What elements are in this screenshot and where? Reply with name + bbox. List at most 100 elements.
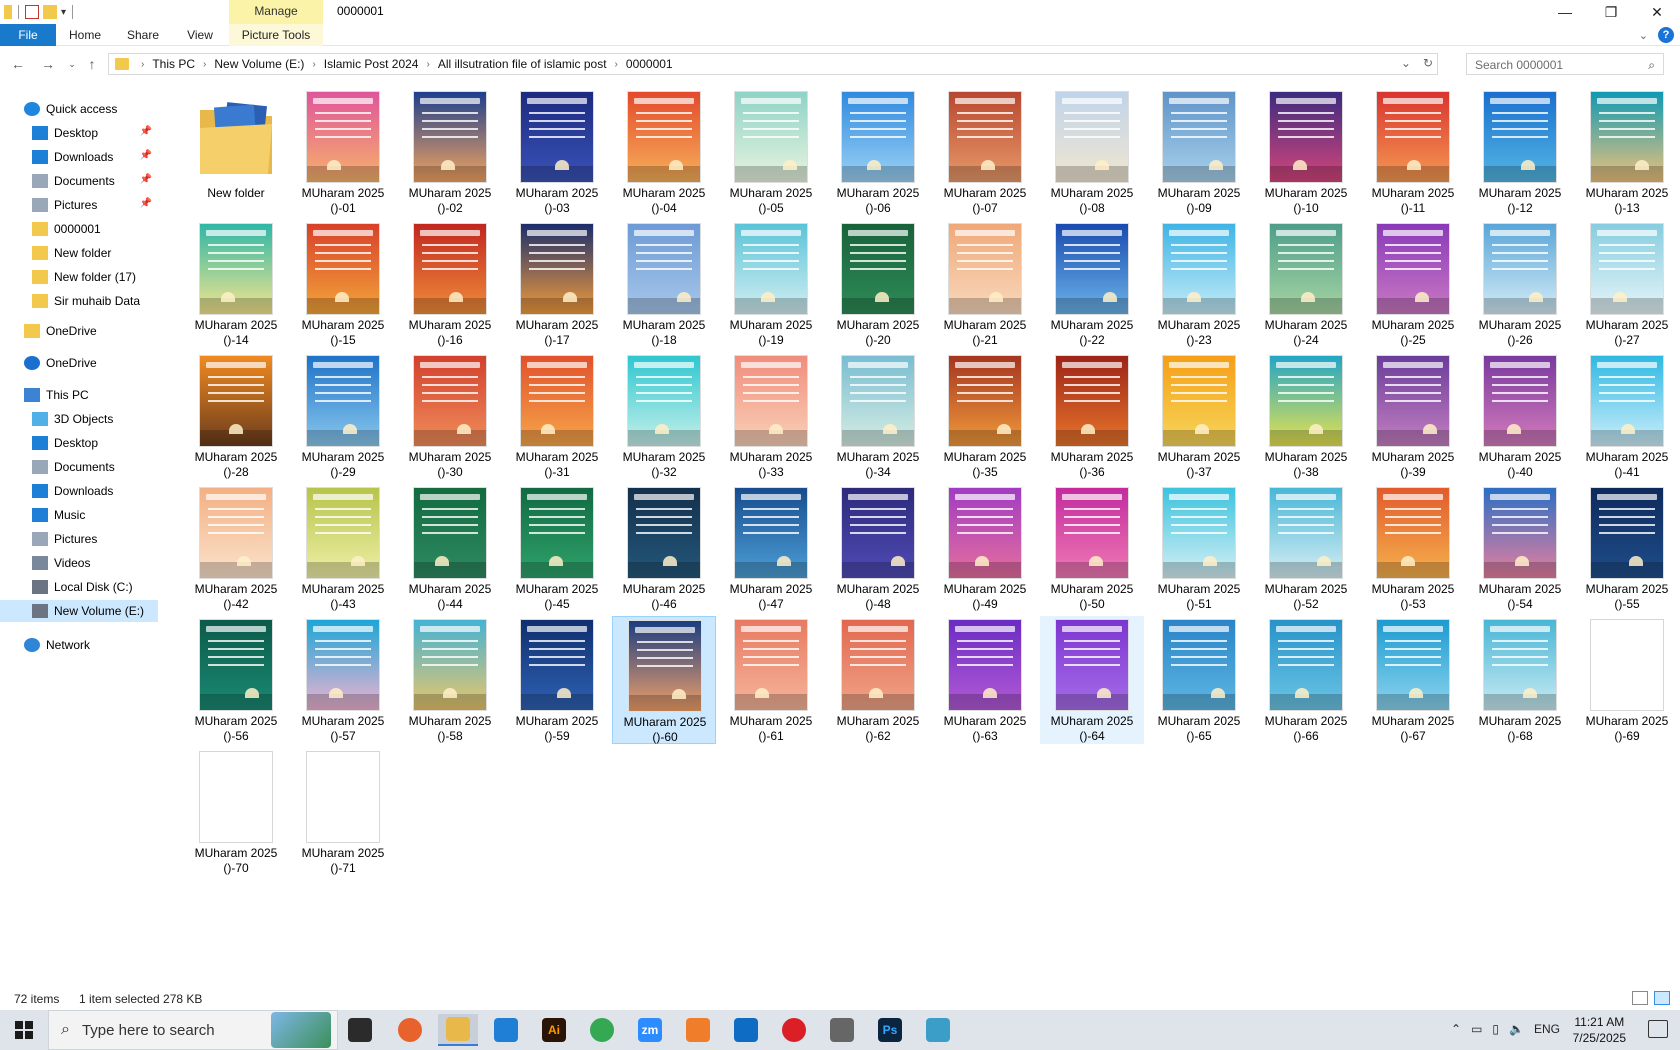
- image-file-item[interactable]: MUharam 2025 ()-53: [1361, 484, 1465, 612]
- image-file-item[interactable]: MUharam 2025 ()-34: [826, 352, 930, 480]
- image-file-item[interactable]: MUharam 2025 ()-51: [1147, 484, 1251, 612]
- image-file-item[interactable]: MUharam 2025 ()-38: [1254, 352, 1358, 480]
- sidebar-item-documents[interactable]: Documents: [0, 456, 158, 478]
- taskbar-app-pen-tool[interactable]: [822, 1014, 862, 1046]
- image-file-item[interactable]: MUharam 2025 ()-41: [1575, 352, 1679, 480]
- image-file-item[interactable]: MUharam 2025 ()-17: [505, 220, 609, 348]
- tab-file[interactable]: File: [0, 24, 56, 46]
- image-file-item[interactable]: MUharam 2025 ()-56: [184, 616, 288, 744]
- up-icon[interactable]: ↑: [82, 54, 102, 74]
- image-file-item[interactable]: MUharam 2025 ()-02: [398, 88, 502, 216]
- customize-toolbar-icon[interactable]: ▾: [61, 7, 66, 18]
- help-icon[interactable]: ?: [1658, 27, 1674, 43]
- image-file-item[interactable]: MUharam 2025 ()-05: [719, 88, 823, 216]
- image-file-item[interactable]: MUharam 2025 ()-35: [933, 352, 1037, 480]
- image-file-item[interactable]: MUharam 2025 ()-55: [1575, 484, 1679, 612]
- tab-view[interactable]: View: [184, 24, 216, 46]
- image-file-item[interactable]: MUharam 2025 ()-45: [505, 484, 609, 612]
- image-file-item[interactable]: MUharam 2025 ()-06: [826, 88, 930, 216]
- sidebar-item-onedrive[interactable]: OneDrive: [0, 320, 158, 342]
- image-file-item[interactable]: MUharam 2025 ()-59: [505, 616, 609, 744]
- image-file-item[interactable]: MUharam 2025 ()-70: [184, 748, 288, 876]
- image-file-item[interactable]: MUharam 2025 ()-07: [933, 88, 1037, 216]
- image-file-item[interactable]: MUharam 2025 ()-03: [505, 88, 609, 216]
- image-file-item[interactable]: MUharam 2025 ()-52: [1254, 484, 1358, 612]
- sidebar-item-3d-objects[interactable]: 3D Objects: [0, 408, 158, 430]
- chevron-up-icon[interactable]: ⌃: [1451, 1022, 1461, 1036]
- sidebar-item-local-disk-c[interactable]: Local Disk (C:): [0, 576, 158, 598]
- input-method-icon[interactable]: ENG: [1534, 1022, 1560, 1036]
- image-file-item[interactable]: MUharam 2025 ()-66: [1254, 616, 1358, 744]
- taskbar-app-app[interactable]: [918, 1014, 958, 1046]
- image-file-item[interactable]: MUharam 2025 ()-42: [184, 484, 288, 612]
- large-icons-view-icon[interactable]: [1654, 991, 1670, 1005]
- sidebar-item-documents[interactable]: Documents 📌: [0, 170, 158, 192]
- sidebar-item-new-folder[interactable]: New folder: [0, 242, 158, 264]
- sidebar-item-downloads[interactable]: Downloads: [0, 480, 158, 502]
- taskbar-app-file-explorer[interactable]: [438, 1014, 478, 1046]
- breadcrumb-this-pc[interactable]: This PC: [148, 57, 199, 71]
- image-file-item[interactable]: MUharam 2025 ()-65: [1147, 616, 1251, 744]
- image-file-item[interactable]: MUharam 2025 ()-15: [291, 220, 395, 348]
- image-file-item[interactable]: MUharam 2025 ()-58: [398, 616, 502, 744]
- image-file-item[interactable]: MUharam 2025 ()-50: [1040, 484, 1144, 612]
- breadcrumb-illustration[interactable]: All illsutration file of islamic post: [434, 57, 611, 71]
- taskbar-app-chrome[interactable]: [582, 1014, 622, 1046]
- sidebar-item-desktop[interactable]: Desktop 📌: [0, 122, 158, 144]
- image-file-item[interactable]: MUharam 2025 ()-69: [1575, 616, 1679, 744]
- tab-picture-tools[interactable]: Picture Tools: [229, 24, 323, 46]
- sidebar-item-music[interactable]: Music: [0, 504, 158, 526]
- folder-icon[interactable]: [4, 5, 12, 19]
- image-file-item[interactable]: MUharam 2025 ()-10: [1254, 88, 1358, 216]
- chevron-right-icon[interactable]: ›: [611, 59, 622, 70]
- image-file-item[interactable]: MUharam 2025 ()-48: [826, 484, 930, 612]
- image-file-item[interactable]: MUharam 2025 ()-43: [291, 484, 395, 612]
- properties-icon[interactable]: [25, 5, 39, 19]
- new-folder-icon[interactable]: [43, 5, 57, 19]
- sidebar-item-quick-access[interactable]: Quick access: [0, 98, 158, 120]
- details-view-icon[interactable]: [1632, 991, 1648, 1005]
- sidebar-item-sir-muhaib-data[interactable]: Sir muhaib Data: [0, 290, 158, 312]
- sidebar-item-this-pc[interactable]: This PC: [0, 384, 158, 406]
- tab-home[interactable]: Home: [66, 24, 104, 46]
- sidebar-item-videos[interactable]: Videos: [0, 552, 158, 574]
- image-file-item[interactable]: MUharam 2025 ()-36: [1040, 352, 1144, 480]
- taskbar-app-zoom[interactable]: zm: [630, 1014, 670, 1046]
- folder-item[interactable]: New folder: [184, 88, 288, 216]
- image-file-item[interactable]: MUharam 2025 ()-71: [291, 748, 395, 876]
- taskbar-app-xampp[interactable]: [678, 1014, 718, 1046]
- image-file-item[interactable]: MUharam 2025 ()-21: [933, 220, 1037, 348]
- taskbar-app-outlook[interactable]: [726, 1014, 766, 1046]
- address-bar[interactable]: › This PC › New Volume (E:) › Islamic Po…: [108, 53, 1438, 75]
- image-file-item[interactable]: MUharam 2025 ()-14: [184, 220, 288, 348]
- image-file-item[interactable]: MUharam 2025 ()-18: [612, 220, 716, 348]
- image-file-item[interactable]: MUharam 2025 ()-61: [719, 616, 823, 744]
- back-icon[interactable]: ←: [8, 54, 28, 74]
- network-status-icon[interactable]: ▭: [1471, 1022, 1482, 1036]
- image-file-item[interactable]: MUharam 2025 ()-19: [719, 220, 823, 348]
- image-file-item[interactable]: MUharam 2025 ()-40: [1468, 352, 1572, 480]
- breadcrumb-current[interactable]: 0000001: [622, 57, 677, 71]
- start-button[interactable]: [0, 1010, 48, 1050]
- image-file-item[interactable]: MUharam 2025 ()-68: [1468, 616, 1572, 744]
- sidebar-item-onedrive[interactable]: OneDrive: [0, 352, 158, 374]
- restore-icon[interactable]: ❐: [1588, 0, 1634, 24]
- image-file-item[interactable]: MUharam 2025 ()-23: [1147, 220, 1251, 348]
- chevron-right-icon[interactable]: ›: [308, 59, 319, 70]
- image-file-item[interactable]: MUharam 2025 ()-20: [826, 220, 930, 348]
- sidebar-item-new-folder-17[interactable]: New folder (17): [0, 266, 158, 288]
- minimize-icon[interactable]: —: [1542, 0, 1588, 24]
- image-file-item[interactable]: MUharam 2025 ()-67: [1361, 616, 1465, 744]
- chevron-right-icon[interactable]: ›: [422, 59, 433, 70]
- taskbar-app-firefox[interactable]: [390, 1014, 430, 1046]
- search-input[interactable]: Search 0000001 ⌕: [1466, 53, 1664, 75]
- image-file-item[interactable]: MUharam 2025 ()-27: [1575, 220, 1679, 348]
- chevron-right-icon[interactable]: ›: [199, 59, 210, 70]
- taskbar-search[interactable]: ⌕ Type here to search: [48, 1010, 338, 1050]
- image-file-item[interactable]: MUharam 2025 ()-11: [1361, 88, 1465, 216]
- image-file-item[interactable]: MUharam 2025 ()-12: [1468, 88, 1572, 216]
- search-icon[interactable]: ⌕: [1648, 58, 1655, 73]
- taskbar-app-illustrator[interactable]: Ai: [534, 1014, 574, 1046]
- image-file-item[interactable]: MUharam 2025 ()-31: [505, 352, 609, 480]
- recent-locations-icon[interactable]: ⌄: [62, 54, 82, 74]
